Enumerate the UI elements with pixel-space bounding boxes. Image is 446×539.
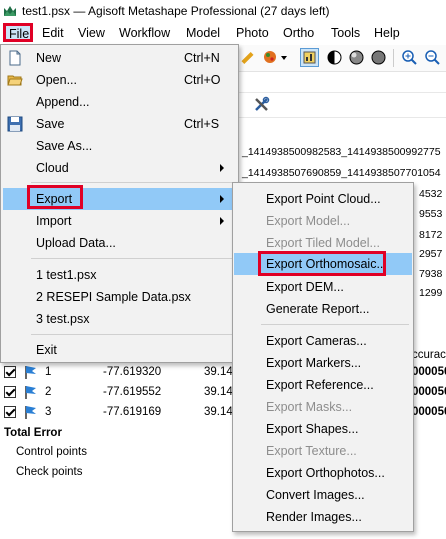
shading-solid-icon[interactable] (370, 49, 387, 66)
marker-checkbox[interactable] (4, 406, 16, 418)
menu-item-generate-report[interactable]: Generate Report... (233, 298, 413, 320)
menu-view[interactable]: View (78, 26, 105, 40)
menu-workflow[interactable]: Workflow (119, 26, 170, 40)
menu-ortho[interactable]: Ortho (283, 26, 314, 40)
menu-item-export-shapes[interactable]: Export Shapes... (233, 418, 413, 440)
menu-item-recent-3[interactable]: 3 test.psx (1, 308, 238, 330)
menu-item-save[interactable]: Save Ctrl+S (1, 113, 238, 135)
menu-item-append[interactable]: Append... (1, 91, 238, 113)
marker-latitude: 39.14 (204, 406, 233, 418)
marker-checkbox[interactable] (4, 366, 16, 378)
menu-item-export-point-cloud[interactable]: Export Point Cloud... (233, 188, 413, 210)
camera-id-1: _1414938500982583_1414938500992775 (242, 146, 441, 158)
marker-name: 1 (45, 366, 52, 378)
bg-value-1: 4532 (419, 188, 443, 200)
export-orthomosaic-highlight-box (258, 251, 386, 276)
control-points-label: Control points (16, 446, 87, 458)
marker-name: 2 (45, 386, 52, 398)
flag-icon (25, 386, 36, 399)
menu-item-exit[interactable]: Exit (1, 339, 238, 361)
bg-value-4: 2957 (419, 248, 443, 260)
main-toolbar (238, 45, 446, 72)
check-points-label: Check points (16, 466, 83, 478)
menu-item-export-texture[interactable]: Export Texture... (233, 440, 413, 462)
menu-model[interactable]: Model (186, 26, 220, 40)
marker-longitude: -77.619552 (103, 386, 162, 398)
menu-file[interactable]: File (3, 23, 33, 42)
camera-id-2: _1414938507690859_1414938507701054 (242, 167, 441, 179)
menu-bar: File Edit View Workflow Model Photo Orth… (0, 22, 446, 46)
menu-tools[interactable]: Tools (331, 26, 360, 40)
menu-separator (261, 324, 409, 325)
submenu-arrow-icon (220, 195, 224, 203)
pencil-icon[interactable] (239, 49, 256, 66)
menu-item-cloud[interactable]: Cloud (1, 157, 238, 179)
marker-name: 3 (45, 406, 52, 418)
menu-item-export-masks[interactable]: Export Masks... (233, 396, 413, 418)
menu-edit[interactable]: Edit (42, 26, 64, 40)
marker-latitude: 39.14 (204, 366, 233, 378)
menu-item-convert-images[interactable]: Convert Images... (233, 484, 413, 506)
settings-tools-icon[interactable] (253, 96, 270, 113)
menu-item-new[interactable]: New Ctrl+N (1, 47, 238, 69)
menu-item-export-model[interactable]: Export Model... (233, 210, 413, 232)
marker-latitude: 39.14 (204, 386, 233, 398)
marker-accuracy: 0000500 (412, 366, 446, 378)
menu-separator (31, 258, 234, 259)
bg-value-3: 8172 (419, 229, 443, 241)
title-bar: test1.psx — Agisoft Metashape Profession… (0, 0, 446, 22)
paint-palette-icon[interactable] (262, 49, 279, 66)
shading-half-icon[interactable] (326, 49, 343, 66)
marker-longitude: -77.619320 (103, 366, 162, 378)
total-error-heading: Total Error (4, 427, 62, 439)
menu-separator (31, 182, 234, 183)
reference-toolbar (238, 92, 446, 118)
open-folder-icon (7, 75, 23, 86)
export-highlight-box (27, 185, 83, 209)
menu-item-recent-1[interactable]: 1 test1.psx (1, 264, 238, 286)
flag-icon (25, 366, 36, 379)
marker-checkbox[interactable] (4, 386, 16, 398)
menu-item-upload-data[interactable]: Upload Data... (1, 232, 238, 254)
menu-item-save-as[interactable]: Save As... (1, 135, 238, 157)
shading-gradient-icon[interactable] (348, 49, 365, 66)
menu-item-export-markers[interactable]: Export Markers... (233, 352, 413, 374)
window-title: test1.psx — Agisoft Metashape Profession… (22, 4, 330, 18)
metashape-app-icon (4, 6, 16, 16)
bg-value-5: 7938 (419, 268, 443, 280)
marker-accuracy: 0000500 (412, 406, 446, 418)
menu-item-recent-2[interactable]: 2 RESEPI Sample Data.psx (1, 286, 238, 308)
dropdown-arrow-icon[interactable] (280, 49, 288, 66)
save-disk-icon (7, 116, 23, 132)
flag-icon (25, 406, 36, 419)
export-submenu: Export Point Cloud... Export Model... Ex… (232, 182, 414, 532)
menu-item-open[interactable]: Open... Ctrl+O (1, 69, 238, 91)
bg-value-6: 1299 (419, 287, 443, 299)
bg-value-2: 9553 (419, 208, 443, 220)
marker-longitude: -77.619169 (103, 406, 162, 418)
submenu-arrow-icon (220, 164, 224, 172)
marker-accuracy: 0000500 (412, 386, 446, 398)
menu-help[interactable]: Help (374, 26, 400, 40)
menu-photo[interactable]: Photo (236, 26, 269, 40)
menu-item-export-reference[interactable]: Export Reference... (233, 374, 413, 396)
menu-item-import[interactable]: Import (1, 210, 238, 232)
zoom-in-icon[interactable] (401, 49, 418, 66)
menu-separator (31, 334, 234, 335)
menu-item-render-images[interactable]: Render Images... (233, 506, 413, 528)
toolbar-separator (393, 49, 394, 67)
new-file-icon (9, 50, 21, 66)
menu-item-export-cameras[interactable]: Export Cameras... (233, 330, 413, 352)
menu-item-export-dem[interactable]: Export DEM... (233, 276, 413, 298)
submenu-arrow-icon (220, 217, 224, 225)
show-cameras-toggle-icon[interactable] (300, 48, 319, 67)
menu-item-export-orthophotos[interactable]: Export Orthophotos... (233, 462, 413, 484)
zoom-out-icon[interactable] (424, 49, 441, 66)
